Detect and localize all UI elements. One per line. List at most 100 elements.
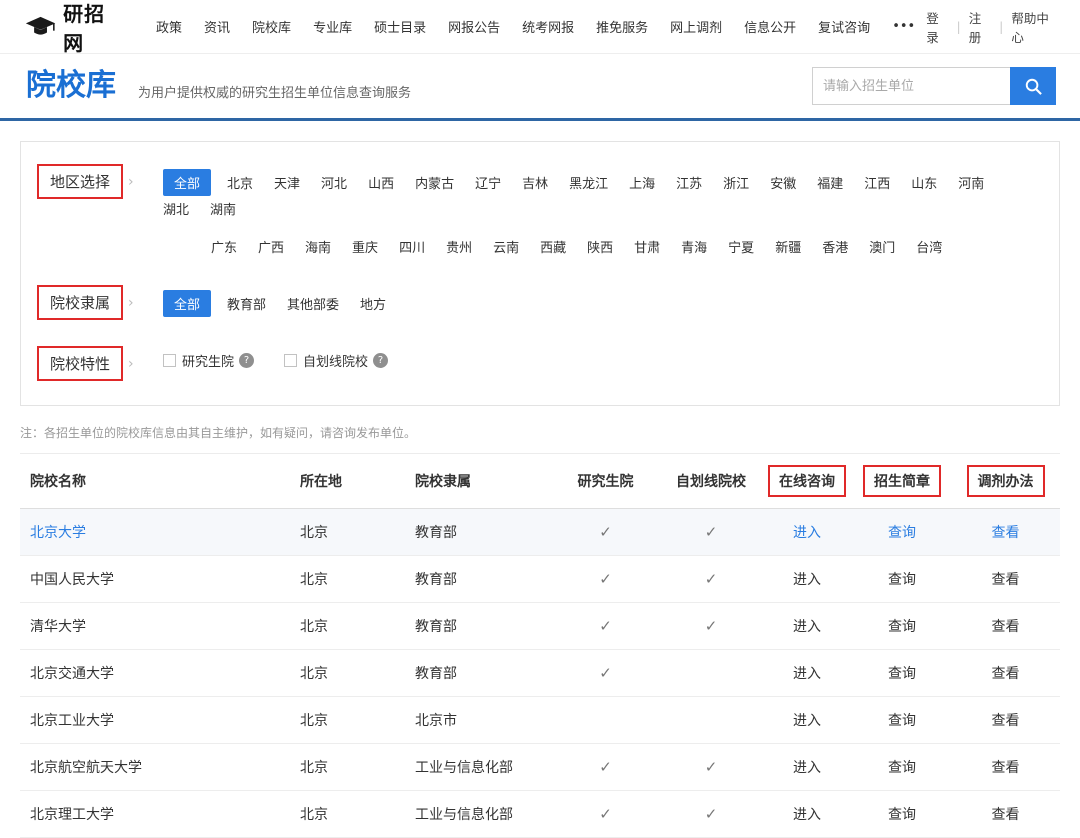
filter-option[interactable]: 浙江 [723,170,749,195]
consult-link[interactable]: 进入 [761,569,853,589]
filter-option[interactable]: 香港 [822,234,848,259]
adjust-link[interactable]: 查看 [951,757,1060,777]
filter-option[interactable]: 澳门 [869,234,895,259]
filter-panel: 地区选择 › 全部北京天津河北山西内蒙古辽宁吉林黑龙江上海江苏浙江安徽福建江西山… [20,141,1060,406]
filter-option[interactable]: 台湾 [916,234,942,259]
nav-item[interactable]: 复试咨询 [818,17,870,36]
adjust-link[interactable]: 查看 [951,522,1060,542]
filter-option-active[interactable]: 全部 [163,169,211,196]
filter-option[interactable]: 江西 [864,170,890,195]
filter-option[interactable]: 内蒙古 [415,170,454,195]
filter-option-active[interactable]: 全部 [163,290,211,317]
filter-option[interactable]: 贵州 [446,234,472,259]
filter-option[interactable]: 吉林 [522,170,548,195]
filter-option[interactable]: 江苏 [676,170,702,195]
university-link[interactable]: 北京工业大学 [20,710,300,730]
filter-option[interactable]: 广东 [211,234,237,259]
filter-option[interactable]: 广西 [258,234,284,259]
filter-option[interactable]: 黑龙江 [569,170,608,195]
filter-option[interactable]: 辽宁 [475,170,501,195]
brochure-link[interactable]: 查询 [853,569,951,589]
consult-link[interactable]: 进入 [761,522,853,542]
filter-option[interactable]: 四川 [399,234,425,259]
help-icon[interactable]: ? [239,353,254,368]
brochure-link[interactable]: 查询 [853,616,951,636]
adjust-link[interactable]: 查看 [951,663,1060,683]
brochure-link[interactable]: 查询 [853,710,951,730]
university-link[interactable]: 北京理工大学 [20,804,300,824]
university-link[interactable]: 清华大学 [20,616,300,636]
filter-option[interactable]: 湖北 [163,196,189,221]
filter-option[interactable]: 上海 [629,170,655,195]
filter-option[interactable]: 宁夏 [728,234,754,259]
search-button[interactable] [1010,67,1056,105]
filter-option[interactable]: 陕西 [587,234,613,259]
region-label-wrap: 地区选择 › [37,164,149,199]
nav-item[interactable]: 院校库 [252,17,291,36]
brochure-link[interactable]: 查询 [853,522,951,542]
nav-item[interactable]: 硕士目录 [374,17,426,36]
university-link[interactable]: 北京大学 [20,522,300,542]
nav-item[interactable]: ••• [892,19,915,34]
nav-item[interactable]: 网报公告 [448,17,500,36]
filter-option[interactable]: 地方 [360,291,386,316]
university-link[interactable]: 中国人民大学 [20,569,300,589]
adjust-link[interactable]: 查看 [951,616,1060,636]
university-link[interactable]: 北京交通大学 [20,663,300,683]
nav-item[interactable]: 推免服务 [596,17,648,36]
consult-link[interactable]: 进入 [761,663,853,683]
adjust-link[interactable]: 查看 [951,804,1060,824]
filter-option[interactable]: 湖南 [210,196,236,221]
checkbox[interactable] [163,354,176,367]
nav-item[interactable]: 资讯 [204,17,230,36]
separator: | [957,19,961,34]
register-link[interactable]: 注册 [969,8,991,46]
feature-checkbox-item[interactable]: 研究生院? [163,351,254,370]
filter-option[interactable]: 福建 [817,170,843,195]
brochure-link[interactable]: 查询 [853,757,951,777]
consult-link[interactable]: 进入 [761,757,853,777]
nav-item[interactable]: 统考网报 [522,17,574,36]
filter-option[interactable]: 云南 [493,234,519,259]
filter-option[interactable]: 教育部 [227,291,266,316]
site-logo[interactable]: 研招网 [24,0,121,56]
filter-option[interactable]: 重庆 [352,234,378,259]
filter-option[interactable]: 其他部委 [287,291,339,316]
filter-option[interactable]: 新疆 [775,234,801,259]
brochure-link[interactable]: 查询 [853,663,951,683]
consult-link[interactable]: 进入 [761,710,853,730]
filter-option[interactable]: 山西 [368,170,394,195]
nav-item[interactable]: 政策 [156,17,182,36]
feature-checkbox-item[interactable]: 自划线院校? [284,351,388,370]
university-link[interactable]: 北京航空航天大学 [20,757,300,777]
nav-item[interactable]: 信息公开 [744,17,796,36]
filter-option[interactable]: 甘肃 [634,234,660,259]
nav-item[interactable]: 网上调剂 [670,17,722,36]
filter-option[interactable]: 海南 [305,234,331,259]
table-row: 北京工业大学北京北京市进入查询查看 [20,697,1060,744]
consult-link[interactable]: 进入 [761,804,853,824]
filter-option[interactable]: 北京 [227,170,253,195]
affiliation-label-wrap: 院校隶属 › [37,285,149,320]
adjust-link[interactable]: 查看 [951,710,1060,730]
consult-link[interactable]: 进入 [761,616,853,636]
filter-option[interactable]: 山东 [911,170,937,195]
filter-option[interactable]: 河北 [321,170,347,195]
filter-option[interactable]: 天津 [274,170,300,195]
help-center-link[interactable]: 帮助中心 [1011,8,1056,46]
filter-option[interactable]: 安徽 [770,170,796,195]
chevron-right-icon: › [128,295,134,311]
filter-option[interactable]: 青海 [681,234,707,259]
filter-label-affiliation: 院校隶属 [37,285,123,320]
nav-item[interactable]: 专业库 [313,17,352,36]
brochure-link[interactable]: 查询 [853,804,951,824]
filter-option[interactable]: 河南 [958,170,984,195]
search-input[interactable] [812,67,1010,105]
checkbox[interactable] [284,354,297,367]
filter-option[interactable]: 西藏 [540,234,566,259]
adjust-link[interactable]: 查看 [951,569,1060,589]
help-icon[interactable]: ? [373,353,388,368]
location-cell: 北京 [300,663,415,683]
location-cell: 北京 [300,757,415,777]
login-link[interactable]: 登录 [926,8,948,46]
